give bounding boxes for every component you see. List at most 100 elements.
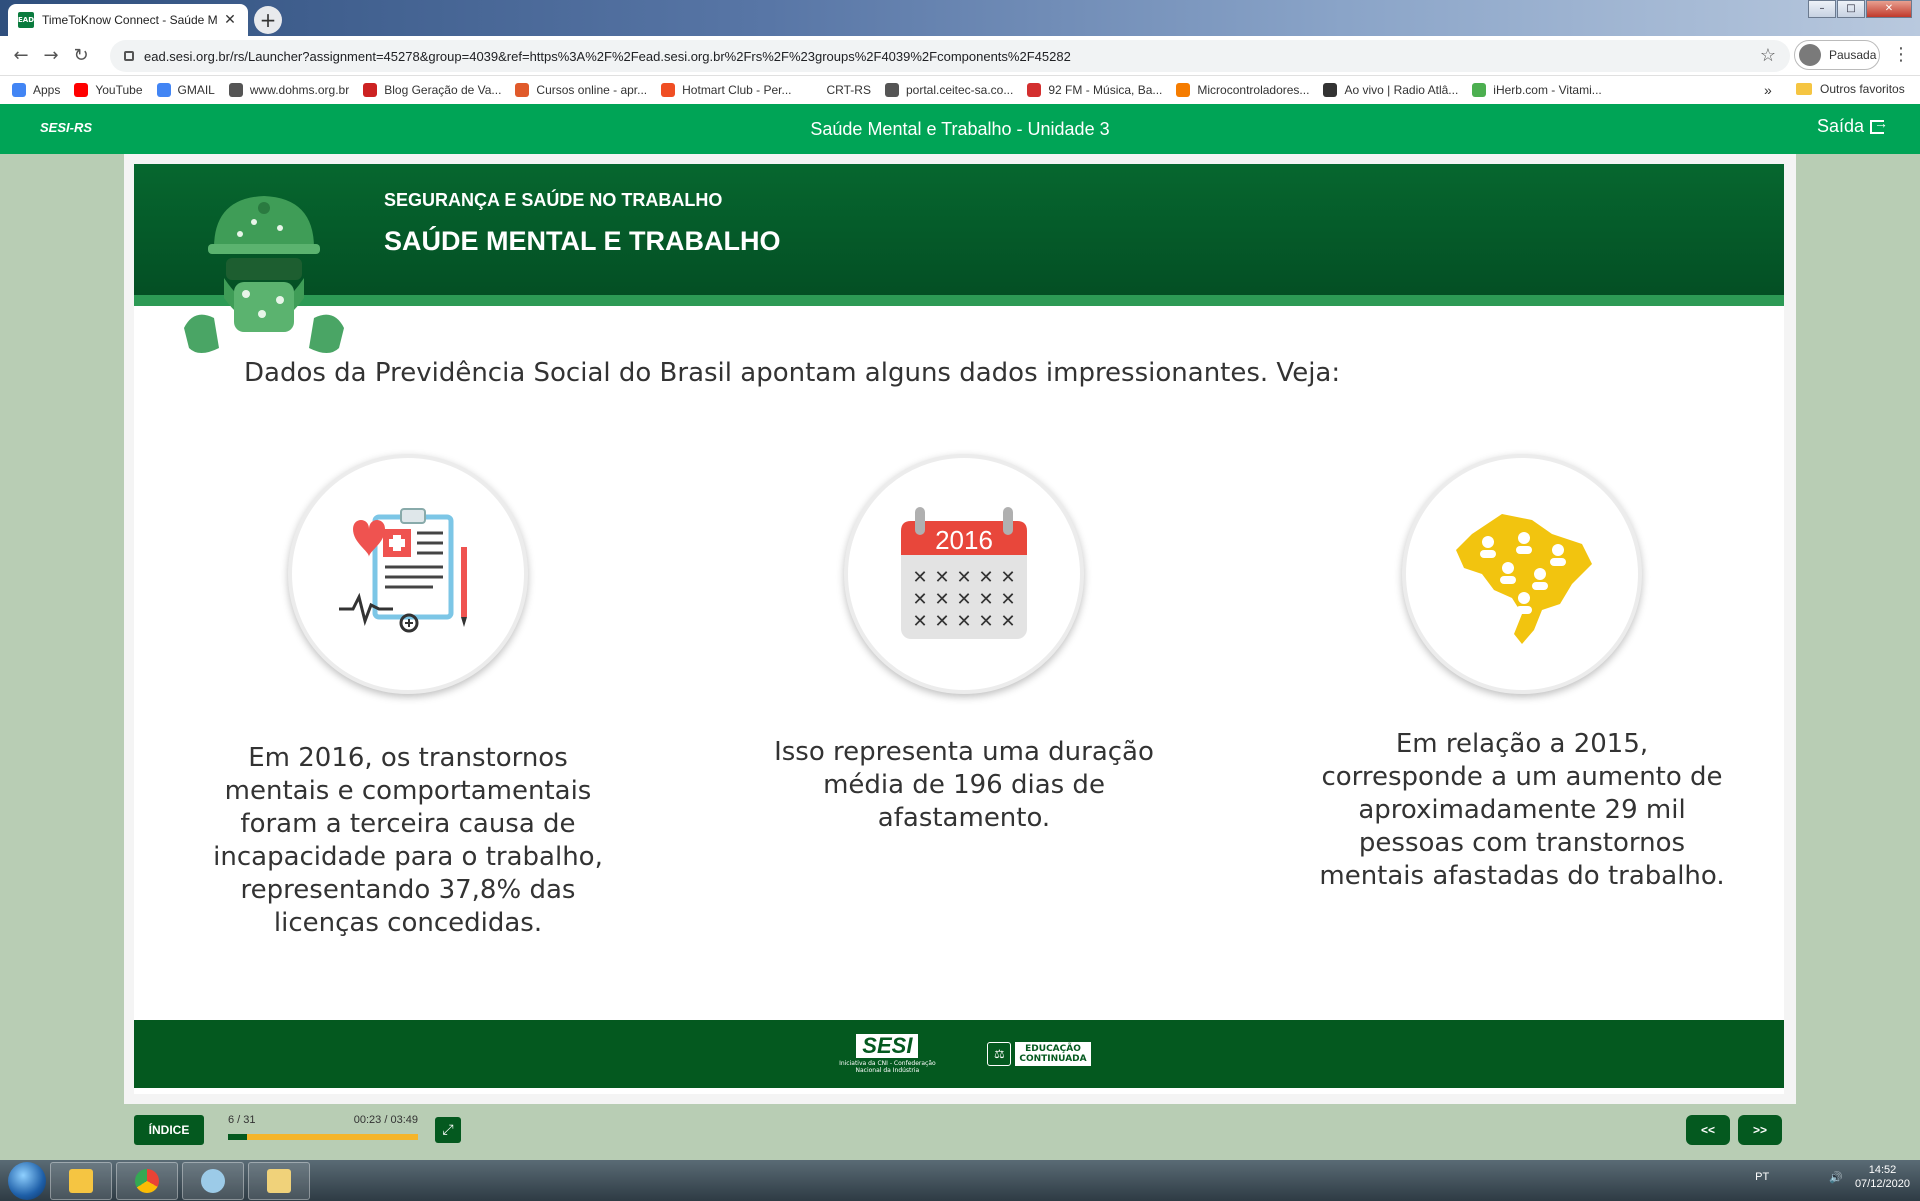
reload-icon[interactable]: ↻ xyxy=(66,45,96,66)
bookmark-item[interactable]: YouTube xyxy=(74,83,143,97)
banner-subtitle: SEGURANÇA E SAÚDE NO TRABALHO xyxy=(384,190,723,210)
svg-text:✕: ✕ xyxy=(934,589,949,610)
taskbar-mail-app[interactable] xyxy=(50,1161,112,1200)
previous-button[interactable]: << xyxy=(1686,1115,1730,1145)
bookmark-item[interactable]: Cursos online - apr... xyxy=(515,83,647,97)
start-button[interactable] xyxy=(8,1161,46,1200)
banner-title: SAÚDE MENTAL E TRABALHO xyxy=(384,226,781,256)
progress-fill xyxy=(228,1134,247,1140)
page-counter: 6 / 31 xyxy=(228,1114,256,1126)
folder-icon xyxy=(1796,83,1812,95)
bookmark-item[interactable]: Blog Geração de Va... xyxy=(363,83,501,97)
browser-menu-icon[interactable]: ⋮ xyxy=(1892,44,1910,65)
bookmark-item[interactable]: 92 FM - Música, Ba... xyxy=(1027,83,1162,97)
app-title: Saúde Mental e Trabalho - Unidade 3 xyxy=(810,118,1110,139)
educacao-continuada-text: EDUCAÇÃO CONTINUADA xyxy=(1015,1042,1091,1066)
svg-text:✕: ✕ xyxy=(912,567,927,588)
bookmark-favicon-icon xyxy=(661,83,676,97)
windows-taskbar: PT 🔊 14:52 07/12/2020 xyxy=(0,1160,1920,1201)
bookmark-label: Ao vivo | Radio Atlâ... xyxy=(1344,83,1459,97)
edu-line-1: EDUCAÇÃO xyxy=(1025,1044,1081,1054)
svg-text:✕: ✕ xyxy=(956,567,971,588)
svg-text:✕: ✕ xyxy=(978,611,993,632)
svg-text:✕: ✕ xyxy=(912,611,927,632)
minimize-button[interactable]: – xyxy=(1808,0,1836,18)
medical-clipboard-icon xyxy=(339,508,467,633)
next-button[interactable]: >> xyxy=(1738,1115,1782,1145)
close-window-button[interactable]: ✕ xyxy=(1866,0,1912,18)
educacao-continuada-logo: ⚖ EDUCAÇÃO CONTINUADA xyxy=(987,1042,1091,1066)
stat-text-2: Isso representa uma duração média de 196… xyxy=(774,737,1154,833)
svg-text:✕: ✕ xyxy=(956,589,971,610)
bookmark-label: Microcontroladores... xyxy=(1197,83,1310,97)
bookmark-item[interactable]: Microcontroladores... xyxy=(1176,83,1309,97)
bookmark-favicon-icon xyxy=(74,83,89,97)
bookmark-item[interactable]: Hotmart Club - Per... xyxy=(661,83,792,97)
bookmark-label: 92 FM - Música, Ba... xyxy=(1048,83,1163,97)
index-button[interactable]: ÍNDICE xyxy=(134,1115,204,1145)
bookmark-star-icon[interactable]: ☆ xyxy=(1760,45,1776,66)
bookmark-item[interactable]: www.dohms.org.br xyxy=(228,83,350,97)
bookmark-item[interactable]: Apps xyxy=(12,83,60,97)
bookmark-item[interactable]: portal.ceitec-sa.co... xyxy=(884,83,1013,97)
other-bookmarks-label: Outros favoritos xyxy=(1820,82,1905,96)
sesi-wordmark: SESI xyxy=(856,1034,919,1058)
bookmark-item[interactable]: iHerb.com - Vitami... xyxy=(1472,83,1602,97)
bookmark-favicon-icon xyxy=(1027,83,1042,97)
bookmark-item[interactable]: CRT-RS xyxy=(805,83,871,97)
bookmark-label: CRT-RS xyxy=(826,83,871,97)
bookmark-label: YouTube xyxy=(95,83,143,97)
svg-text:✕: ✕ xyxy=(1000,589,1015,610)
other-bookmarks[interactable]: Outros favoritos xyxy=(1796,82,1905,96)
stat-text-1: Em 2016, os transtornos mentais e compor… xyxy=(213,743,603,938)
forward-icon[interactable]: → xyxy=(36,45,66,66)
back-icon[interactable]: ← xyxy=(6,45,36,66)
browser-tab[interactable]: EAD TimeToKnow Connect - Saúde M ✕ xyxy=(8,4,248,36)
bookmark-label: www.dohms.org.br xyxy=(249,83,350,97)
maximize-button[interactable]: □ xyxy=(1837,0,1865,18)
progress-bar[interactable] xyxy=(228,1134,418,1140)
svg-text:✕: ✕ xyxy=(934,611,949,632)
svg-text:✕: ✕ xyxy=(956,611,971,632)
taskbar-chrome-app[interactable] xyxy=(116,1161,178,1200)
expand-icon: ⤢ xyxy=(442,1122,454,1138)
bookmark-item[interactable]: GMAIL xyxy=(156,83,215,97)
profile-button[interactable]: Pausada xyxy=(1794,40,1880,70)
bookmark-label: Apps xyxy=(33,83,61,97)
bookmark-label: Blog Geração de Va... xyxy=(384,83,502,97)
stat-text-3: Em relação a 2015, corresponde a um aume… xyxy=(1319,729,1725,891)
url-text: ead.sesi.org.br/rs/Launcher?assignment=4… xyxy=(144,48,1071,64)
language-indicator[interactable]: PT xyxy=(1755,1171,1769,1183)
clock[interactable]: 14:52 07/12/2020 xyxy=(1855,1163,1910,1191)
sesi-logo: SESI Iniciativa da CNI - Confederação Na… xyxy=(827,1034,947,1075)
address-bar[interactable]: ead.sesi.org.br/rs/Launcher?assignment=4… xyxy=(110,40,1790,72)
svg-text:✕: ✕ xyxy=(912,589,927,610)
profile-label: Pausada xyxy=(1829,48,1877,62)
svg-text:✕: ✕ xyxy=(934,567,949,588)
exit-label: Saída xyxy=(1816,116,1864,136)
fullscreen-button[interactable]: ⤢ xyxy=(435,1117,461,1143)
new-tab-button[interactable]: + xyxy=(254,6,282,34)
app-header: SESI-RS Saúde Mental e Trabalho - Unidad… xyxy=(0,104,1920,154)
medical-clipboard-circle xyxy=(288,454,528,694)
bookmark-favicon-icon xyxy=(363,83,378,97)
progress-area: 6 / 31 00:23 / 03:49 xyxy=(228,1114,418,1140)
slide-banner: SEGURANÇA E SAÚDE NO TRABALHO SAÚDE MENT… xyxy=(134,164,1784,353)
edu-line-2: CONTINUADA xyxy=(1019,1054,1087,1064)
taskbar-explorer-app[interactable] xyxy=(248,1161,310,1200)
bookmark-favicon-icon xyxy=(156,83,171,97)
close-tab-icon[interactable]: ✕ xyxy=(222,12,238,28)
volume-icon[interactable]: 🔊 xyxy=(1829,1171,1843,1184)
bookmark-favicon-icon xyxy=(884,83,899,97)
calendar-year: 2016 xyxy=(935,525,993,555)
browser-tabstrip: EAD TimeToKnow Connect - Saúde M ✕ + – □… xyxy=(0,0,1920,36)
bookmarks-more-icon[interactable]: » xyxy=(1764,82,1772,98)
clock-date: 07/12/2020 xyxy=(1854,1178,1910,1190)
stat-column-1: Em 2016, os transtornos mentais e compor… xyxy=(198,454,618,940)
bookmark-favicon-icon xyxy=(515,83,530,97)
lock-icon[interactable] xyxy=(124,51,134,61)
bookmark-item[interactable]: Ao vivo | Radio Atlâ... xyxy=(1323,83,1458,97)
taskbar-paint-app[interactable] xyxy=(182,1161,244,1200)
exit-button[interactable]: Saída xyxy=(1816,115,1888,137)
chrome-icon xyxy=(135,1168,159,1193)
